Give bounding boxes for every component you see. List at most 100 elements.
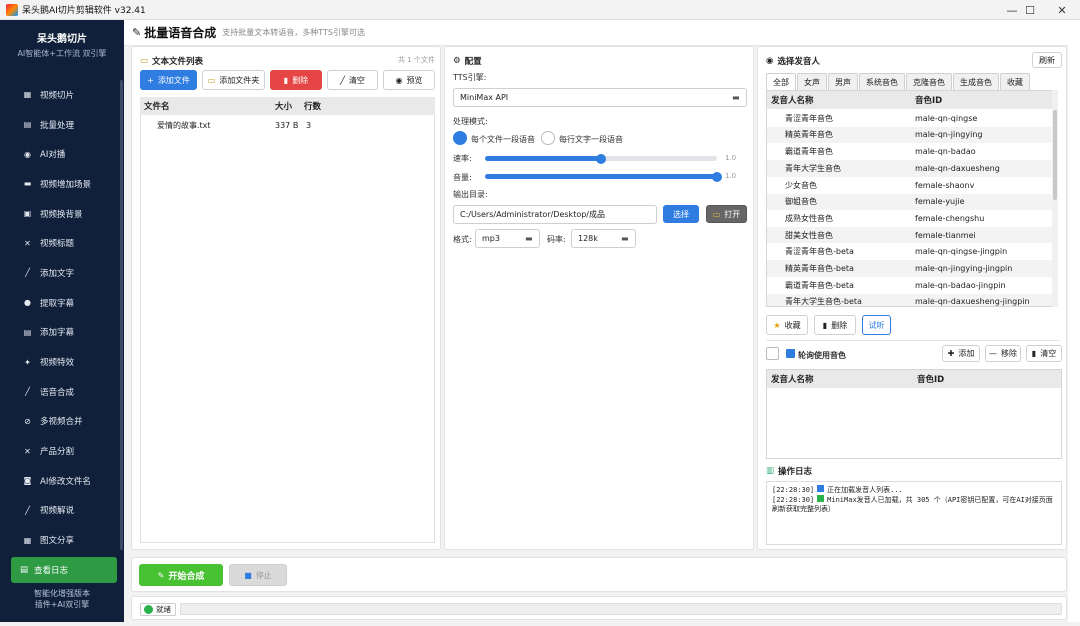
table-row[interactable]: 成熟女性音色 female-chengshu [767,210,1057,227]
table-row[interactable]: 甜美女性音色 female-tianmei [767,226,1057,244]
sidebar-item[interactable]: ⊘ 多视频合并 [0,407,124,437]
open-label: 打开 [724,209,741,219]
refresh-button[interactable]: 刷新 [1032,52,1062,68]
sidebar-scrollbar[interactable] [120,80,123,550]
speaker-scrollbar[interactable] [1052,90,1058,307]
listen-button[interactable]: 试听 [862,315,891,335]
sidebar-item[interactable]: ╱ 视频解说 [0,496,124,526]
rotation-add-button[interactable]: ✚ 添加 [942,345,980,362]
sidebar-item[interactable]: ◉ AI对播 [0,139,124,169]
speaker-tab[interactable]: 女声 [797,73,827,90]
log-time: [22:28:30] [772,496,815,504]
table-row[interactable]: 霸道青年音色 male-qn-badao [767,143,1057,160]
sidebar-item[interactable]: ▣ 视频换背景 [0,199,124,229]
nav-icon: ╱ [25,505,30,515]
sidebar-item[interactable]: ▦ 图文分享 [0,525,124,555]
col-speaker-name[interactable]: 发音人名称 [771,94,814,106]
speaker-tab[interactable]: 克隆音色 [906,73,952,90]
mode-per-file-radio[interactable] [453,131,467,145]
sidebar-item-label: AI修改文件名 [40,476,91,487]
table-row[interactable]: 精英青年音色 male-qn-jingying [767,126,1057,144]
mode-per-line-radio[interactable] [541,131,555,145]
col-voice-id[interactable]: 音色ID [915,94,942,106]
choose-dir-button[interactable]: 选择 [663,205,699,223]
sidebar-item[interactable]: ✕ 视频标题 [0,228,124,258]
file-table-body [140,115,435,543]
sidebar-item[interactable]: ◙ AI修改文件名 [0,466,124,496]
table-row[interactable]: 精英青年音色-beta male-qn-jingying-jingpin [767,260,1057,277]
table-row[interactable]: 青年大学生音色 male-qn-daxuesheng [767,160,1057,177]
delete-speaker-button[interactable]: ▮ 删除 [814,315,856,335]
app-logo-icon [6,3,18,16]
sidebar-item-label: AI对播 [40,150,66,161]
close-button[interactable]: ✕ [1044,0,1080,20]
table-row[interactable]: 霸道青年音色-beta male-qn-badao-jingpin [767,277,1057,294]
col-size[interactable]: 大小 [275,100,292,112]
chevron-down-icon: ▬ [732,93,740,102]
volume-slider-handle[interactable] [712,172,722,182]
table-row[interactable]: 青涩青年音色 male-qn-qingse [767,110,1057,127]
mode-per-line-label[interactable]: 每行文字一段语音 [559,134,623,145]
bitrate-label: 码率: [547,235,566,244]
delete-file-button[interactable]: ▮ 删除 [270,70,322,90]
view-log-button[interactable]: ▤ 查看日志 [11,557,117,583]
trash-icon: ▮ [822,320,828,330]
rot-col-name[interactable]: 发音人名称 [771,373,814,385]
rotation-label[interactable]: 轮询使用音色 [798,350,846,361]
table-row[interactable]: 青涩青年音色-beta male-qn-qingse-jingpin [767,243,1057,261]
table-row[interactable]: 青年大学生音色-beta male-qn-daxuesheng-jingpin [767,293,1057,306]
table-row[interactable]: 少女音色 female-shaonv [767,176,1057,194]
output-dir-input[interactable]: C:/Users/Administrator/Desktop/成品 [453,205,657,224]
tts-engine-select[interactable]: MiniMax API ▬ [453,88,747,107]
table-row[interactable]: 御姐音色 female-yujie [767,193,1057,211]
sidebar-item[interactable]: ● 提取字幕 [0,288,124,318]
nav-icon: ╱ [25,387,30,397]
rotation-clear-button[interactable]: ▮ 清空 [1026,345,1062,362]
bitrate-select[interactable]: 128k ▬ [571,229,636,248]
speaker-table: 发音人名称 音色ID 青涩青年音色 male-qn-qingse 精英青年音色 mal… [766,90,1058,307]
sidebar-item-label: 图文分享 [40,536,75,547]
desktop-edge [1068,20,1080,622]
mode-per-file-label[interactable]: 每个文件一段语音 [471,134,535,145]
sidebar-item[interactable]: ▬ 视频增加场景 [0,169,124,199]
speaker-tab[interactable]: 男声 [828,73,858,90]
sidebar-item[interactable]: ╱ 添加文字 [0,258,124,288]
col-filename[interactable]: 文件名 [144,100,170,112]
col-lines[interactable]: 行数 [304,100,321,112]
sidebar-item[interactable]: ✕ 产品分割 [0,436,124,466]
format-select[interactable]: mp3 ▬ [475,229,540,248]
rot-col-id[interactable]: 音色ID [917,373,944,385]
favorite-button[interactable]: ★ 收藏 [766,315,808,335]
stop-button[interactable]: ■ 停止 [229,564,287,586]
rotation-checkbox[interactable] [766,347,779,360]
brand-name: 呆头鹅切片 [37,34,87,45]
sidebar-item[interactable]: ✦ 视频特效 [0,347,124,377]
sidebar-item[interactable]: ▤ 批量处理 [0,110,124,140]
speaker-tab[interactable]: 全部 [766,73,796,90]
sidebar-item[interactable]: ▤ 添加字幕 [0,318,124,348]
file-count: 共 1 个文件 [398,56,435,64]
voice-id: male-qn-jingying [915,130,983,140]
plus-icon: ✚ [947,349,955,358]
preview-button[interactable]: ◉ 预览 [383,70,435,90]
log-title: 操作日志 [778,467,813,477]
sidebar-item[interactable]: ▦ 视频切片 [0,80,124,110]
maximize-button[interactable]: ☐ [1012,0,1048,20]
clear-files-button[interactable]: ╱ 清空 [327,70,378,90]
sidebar-item[interactable]: ╱ 语音合成 [0,377,124,407]
speaker-tab[interactable]: 系统音色 [859,73,905,90]
speaker-tab[interactable]: 生成音色 [953,73,999,90]
status-bar: 就绪 [131,596,1067,620]
voice-icon: ◉ [766,56,774,66]
trash-icon: ▮ [1031,349,1037,358]
speaker-scroll-thumb[interactable] [1053,110,1057,200]
add-folder-button[interactable]: ▭ 添加文件夹 [202,70,265,90]
add-file-button[interactable]: + 添加文件 [140,70,197,90]
format-value: mp3 [482,234,500,243]
speaker-tab[interactable]: 收藏 [1000,73,1030,90]
start-synthesis-button[interactable]: ✎ 开始合成 [139,564,223,586]
voice-id: male-qn-badao-jingpin [915,280,1006,290]
speed-slider-handle[interactable] [596,154,606,164]
rotation-remove-button[interactable]: — 移除 [985,345,1021,362]
open-dir-button[interactable]: ▭ 打开 [706,205,747,223]
